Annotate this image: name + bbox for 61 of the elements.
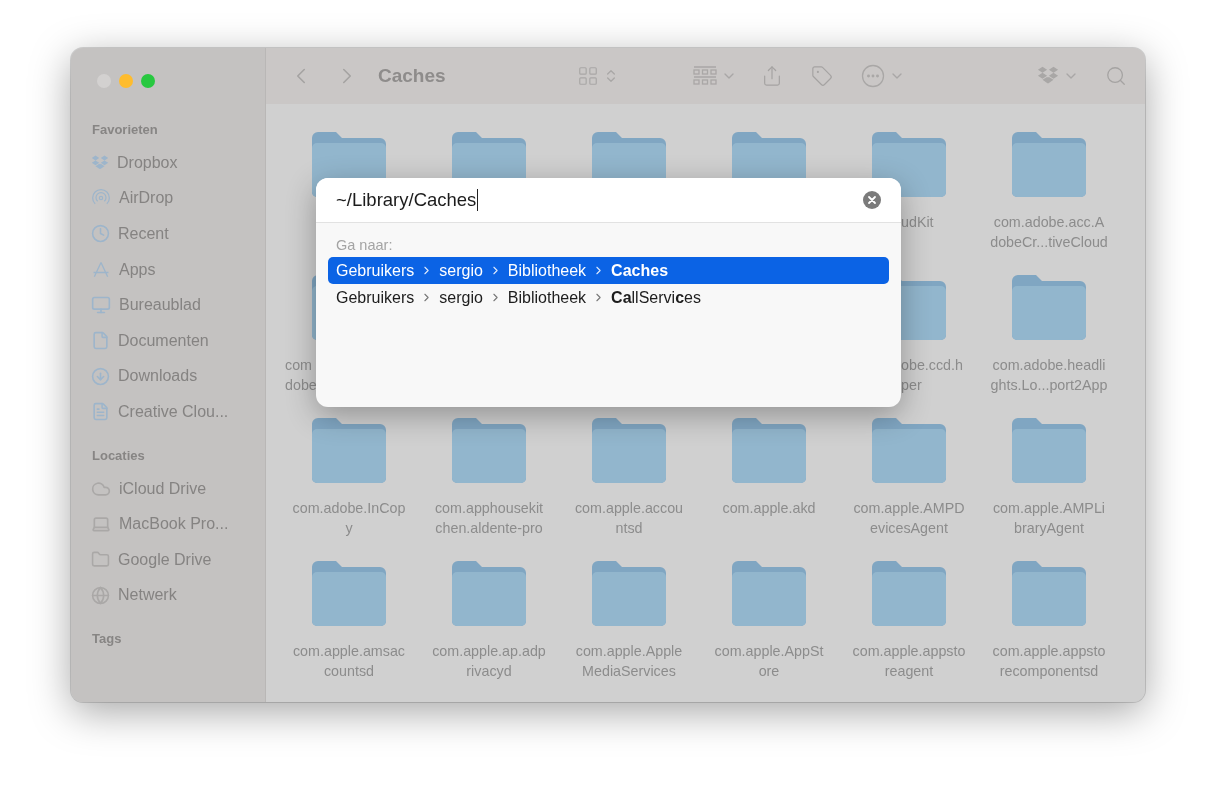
path-label: sergio	[439, 261, 483, 280]
monitor-icon	[91, 295, 111, 316]
folder-name: com dobe	[284, 356, 318, 395]
folder-name: com.adobe.InCop y	[292, 499, 406, 538]
folder-name: com.apple.amsac countsd	[292, 642, 405, 681]
sidebar-item[interactable]: Documenten	[118, 331, 209, 350]
folder-name: com.apple.appsto recomponentsd	[992, 642, 1106, 681]
globe-icon	[91, 585, 110, 605]
folder-name: com.adobe.acc.A dobeCr...tiveCloud	[990, 213, 1108, 252]
sidebar-item[interactable]: Apps	[119, 260, 156, 279]
path-label: Caches	[611, 261, 669, 280]
search-icon[interactable]	[1105, 65, 1127, 87]
path-label: Bibliotheek	[507, 261, 587, 280]
sidebar-item[interactable]: Creative Clou...	[118, 402, 229, 421]
folder-name: com.apple.akd	[722, 499, 816, 518]
folder-name: com.apple.Apple MediaServices	[575, 642, 683, 681]
sidebar-item[interactable]: MacBook Pro...	[119, 515, 229, 534]
path-label: Bibliotheek	[507, 288, 587, 307]
window-title: Caches	[378, 65, 446, 87]
sidebar-item[interactable]: Bureaublad	[119, 296, 201, 315]
path-label: sergio	[439, 288, 483, 307]
dropbox-icon	[91, 153, 109, 172]
folder-name: com.apple.AppSt ore	[714, 642, 824, 681]
path-field[interactable]: ~/Library/Caches	[336, 189, 479, 211]
sidebar-item[interactable]: Google Drive	[118, 550, 212, 569]
sidebar-heading: Favorieten	[92, 122, 159, 137]
folder-name: udKit	[900, 213, 935, 232]
path-suggestion[interactable]: Gebruikers sergio Bibliotheek Caches	[328, 257, 889, 284]
folder-name: com.adobe.headli ghts.Lo...port2App	[990, 356, 1108, 395]
folder-name: com.apple.AMPD evicesAgent	[853, 499, 965, 538]
sidebar-item[interactable]: iCloud Drive	[119, 479, 207, 498]
folder-name: com.apphousekit chen.aldente-pro	[434, 499, 544, 538]
folder-name: obe.ccd.h per	[900, 356, 964, 395]
folder-name: com.apple.appsto reagent	[852, 642, 966, 681]
document-icon	[91, 331, 110, 351]
path-suggestion[interactable]: Gebruikers sergio Bibliotheek CallServices	[328, 284, 889, 311]
sidebar-item[interactable]: Recent	[118, 225, 169, 243]
path-label: Gebruikers	[336, 261, 415, 280]
folder-name: com.apple.accou ntsd	[574, 499, 684, 538]
folder-name: com.apple.ap.adp rivacyd	[432, 642, 546, 681]
sidebar-item[interactable]: AirDrop	[119, 189, 174, 208]
apps-icon	[91, 259, 111, 280]
download-icon	[91, 366, 110, 386]
grid-icon	[577, 65, 600, 87]
dialog-heading: Ga naar:	[336, 237, 394, 253]
tag-icon[interactable]	[811, 65, 834, 87]
text-cursor	[477, 189, 479, 211]
clear-button[interactable]	[863, 191, 881, 209]
zoom-button[interactable]	[141, 74, 155, 88]
minimize-button[interactable]	[119, 74, 133, 88]
sidebar-item[interactable]: Dropbox	[117, 153, 178, 172]
sidebar-item[interactable]: Downloads	[118, 367, 198, 386]
sidebar-item[interactable]: Netwerk	[118, 586, 177, 605]
document-icon	[91, 402, 110, 422]
folder-name: com.apple.AMPLi braryAgent	[992, 499, 1105, 538]
folder-icon	[91, 550, 110, 570]
path-label: Gebruikers	[336, 288, 415, 307]
path-label: CallServices	[611, 288, 701, 307]
sidebar-heading: Locaties	[92, 447, 146, 463]
clock-icon	[91, 224, 110, 244]
sidebar-heading: Tags	[92, 631, 123, 647]
